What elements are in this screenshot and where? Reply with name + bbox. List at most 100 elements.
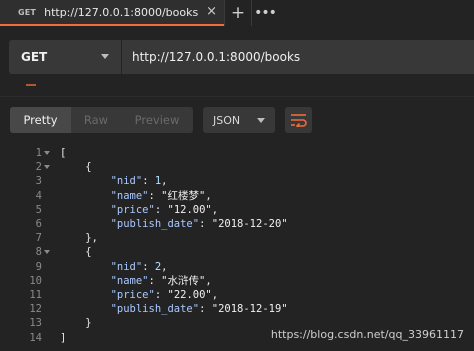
- code-token: "水浒传": [161, 274, 206, 287]
- code-token: "12.00": [167, 203, 212, 216]
- code-token: {: [60, 246, 92, 259]
- code-token: ,: [161, 175, 168, 188]
- line-number: 5: [35, 203, 42, 216]
- fold-toggle-icon[interactable]: [44, 151, 50, 155]
- code-line: 7 },: [0, 231, 474, 245]
- preview-view-button[interactable]: Preview: [121, 107, 193, 133]
- method-select[interactable]: GET: [9, 40, 121, 74]
- code-token: :: [199, 218, 212, 230]
- code-line: 10 "name": "水浒传",: [0, 274, 474, 288]
- code-text: "name": "红楼梦",: [60, 189, 212, 203]
- url-input[interactable]: http://127.0.0.1:8000/books: [122, 40, 474, 74]
- close-icon[interactable]: ×: [206, 4, 217, 19]
- code-text: ]: [60, 331, 66, 345]
- wrap-lines-icon: [291, 114, 307, 127]
- code-line: 3 "nid": 1,: [0, 174, 474, 188]
- code-token: ,: [211, 203, 219, 216]
- request-tab[interactable]: GET http://127.0.0.1:8000/books ×: [0, 0, 224, 26]
- code-token: :: [148, 189, 162, 202]
- tab-indicator: [26, 84, 36, 86]
- code-text: {: [60, 245, 92, 259]
- code-line: 6 "publish_date": "2018-12-20": [0, 217, 474, 231]
- section-divider: [0, 96, 474, 97]
- code-token: [: [60, 147, 67, 159]
- code-token: :: [142, 260, 155, 273]
- code-line: 5 "price": "12.00",: [0, 203, 474, 217]
- fold-toggle-icon[interactable]: [44, 165, 50, 170]
- code-text: "nid": 1,: [60, 174, 168, 188]
- code-text: },: [60, 231, 98, 245]
- code-line: 8 {: [0, 245, 474, 259]
- code-text: "publish_date": "2018-12-20": [60, 217, 288, 231]
- code-token: "nid": [110, 260, 143, 273]
- code-token: :: [142, 175, 155, 188]
- line-number: 6: [35, 218, 42, 230]
- line-number: 1: [35, 147, 42, 159]
- response-body[interactable]: 1[2 {3 "nid": 1, 4 "name": "红楼梦", 5 "price…: [0, 143, 474, 351]
- line-number: 7: [35, 232, 42, 245]
- code-token: "publish_date": [110, 303, 200, 316]
- watermark: https://blog.csdn.net/qq_33961117: [270, 328, 464, 341]
- code-line: 12 "publish_date": "2018-12-19": [0, 302, 474, 316]
- code-token: "2018-12-20": [211, 218, 288, 230]
- code-token: ,: [211, 289, 219, 301]
- code-text: "price": "22.00",: [60, 288, 219, 302]
- code-token: :: [154, 289, 168, 301]
- tab-bar: GET http://127.0.0.1:8000/books × + •••: [0, 0, 474, 26]
- code-token: ]: [60, 331, 67, 344]
- code-line: 1[: [0, 146, 474, 160]
- code-token: :: [148, 274, 162, 287]
- code-token: "name": [110, 189, 149, 202]
- line-number: 14: [29, 331, 42, 344]
- code-token: "2018-12-19": [211, 303, 288, 316]
- tab-method-label: GET: [18, 7, 37, 17]
- more-icon[interactable]: •••: [252, 0, 278, 26]
- code-line: 2 {: [0, 160, 474, 174]
- line-number: 3: [35, 175, 42, 188]
- format-label: JSON: [213, 113, 241, 127]
- code-line: 4 "name": "红楼梦",: [0, 189, 474, 203]
- line-number: 13: [29, 317, 42, 330]
- code-token: "publish_date": [110, 218, 200, 230]
- code-token: ,: [161, 260, 168, 273]
- code-text: "publish_date": "2018-12-19": [60, 302, 288, 316]
- code-token: "nid": [110, 175, 143, 188]
- code-line: 9 "nid": 2,: [0, 260, 474, 274]
- fold-toggle-icon[interactable]: [44, 250, 50, 255]
- code-token: "price": [110, 203, 155, 216]
- code-token: "22.00": [167, 289, 212, 301]
- code-token: {: [60, 161, 92, 174]
- code-text: }: [60, 316, 92, 330]
- line-number: 9: [35, 260, 42, 273]
- code-line: 11 "price": "22.00",: [0, 288, 474, 302]
- tab-url-label: http://127.0.0.1:8000/books: [44, 5, 199, 19]
- add-tab-button[interactable]: +: [225, 0, 251, 26]
- line-number: 10: [29, 274, 42, 287]
- code-token: :: [199, 303, 212, 316]
- code-token: }: [60, 317, 92, 330]
- line-number: 4: [35, 189, 42, 202]
- code-token: ,: [205, 189, 212, 202]
- pretty-view-button[interactable]: Pretty: [10, 107, 71, 133]
- line-number: 11: [29, 289, 42, 301]
- code-text: "price": "12.00",: [60, 203, 219, 217]
- view-mode-group: Pretty Raw Preview: [10, 107, 193, 133]
- line-number: 12: [29, 303, 42, 316]
- line-number: 2: [35, 161, 42, 174]
- format-select[interactable]: JSON: [203, 107, 275, 133]
- code-token: },: [60, 232, 98, 245]
- wrap-lines-button[interactable]: [285, 107, 312, 133]
- code-text: "nid": 2,: [60, 260, 168, 274]
- raw-view-button[interactable]: Raw: [71, 107, 121, 133]
- method-label: GET: [21, 50, 48, 64]
- code-text: [: [60, 146, 66, 160]
- code-token: :: [154, 203, 168, 216]
